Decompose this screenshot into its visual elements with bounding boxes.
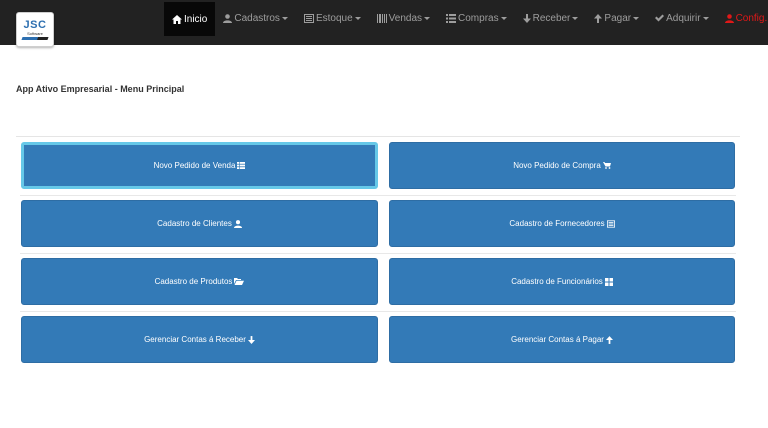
nav-item-compras[interactable]: Compras xyxy=(438,0,515,36)
caret-icon xyxy=(354,16,361,20)
caret-icon xyxy=(500,16,507,20)
user-icon xyxy=(233,219,242,228)
nav-item-config[interactable]: Config. xyxy=(717,0,768,36)
check-icon xyxy=(655,14,665,22)
caret-icon xyxy=(572,16,579,20)
nav-item-cadastros[interactable]: Cadastros xyxy=(215,0,296,36)
page-title: App Ativo Empresarial - Menu Principal xyxy=(16,84,185,94)
main-nav: Inicio Cadastros Estoque Vendas Compras … xyxy=(164,0,768,45)
nav-label: Receber xyxy=(532,12,571,24)
row-divider xyxy=(20,195,736,196)
gerenciar-contas-receber-button[interactable]: Gerenciar Contas á Receber xyxy=(21,316,378,363)
nav-label: Adquirir xyxy=(666,12,701,24)
button-label: Cadastro de Produtos xyxy=(154,277,233,286)
nav-item-inicio[interactable]: Inicio xyxy=(164,2,216,36)
nav-label: Cadastros xyxy=(234,12,280,24)
button-label: Novo Pedido de Venda xyxy=(153,161,236,170)
folder-open-icon xyxy=(234,278,245,285)
user-icon xyxy=(223,13,233,23)
home-icon xyxy=(172,14,182,24)
shopping-cart-icon xyxy=(602,162,611,169)
arrow-down-icon xyxy=(522,13,531,23)
caret-icon xyxy=(424,16,431,20)
top-navbar: JSC Software Inicio Cadastros Estoque Ve… xyxy=(0,0,768,47)
cadastro-fornecedores-button[interactable]: Cadastro de Fornecedores xyxy=(389,200,735,247)
list-icon xyxy=(446,13,457,23)
cadastro-clientes-button[interactable]: Cadastro de Clientes xyxy=(21,200,378,247)
nav-label: Pagar xyxy=(604,12,632,24)
nav-label: Inicio xyxy=(184,13,208,25)
caret-icon xyxy=(633,16,640,20)
logo-subtext: Software xyxy=(27,31,43,36)
nav-item-estoque[interactable]: Estoque xyxy=(296,0,369,36)
arrow-up-icon xyxy=(594,13,603,23)
nav-label: Config. xyxy=(735,12,768,24)
th-large-icon xyxy=(604,277,613,286)
button-label: Cadastro de Fornecedores xyxy=(509,219,605,228)
gerenciar-contas-pagar-button[interactable]: Gerenciar Contas á Pagar xyxy=(389,316,735,363)
nav-label: Estoque xyxy=(315,12,353,24)
list-alt-icon xyxy=(303,13,314,23)
caret-icon xyxy=(702,16,709,20)
nav-item-pagar[interactable]: Pagar xyxy=(586,0,647,36)
nav-item-adquirir[interactable]: Adquirir xyxy=(647,0,716,36)
button-label: Cadastro de Funcionários xyxy=(511,277,603,286)
button-label: Gerenciar Contas á Pagar xyxy=(511,335,604,344)
th-list-icon xyxy=(237,162,246,169)
arrow-up-icon xyxy=(605,335,613,344)
button-label: Gerenciar Contas á Receber xyxy=(144,335,246,344)
nav-label: Vendas xyxy=(388,12,423,24)
novo-pedido-venda-button[interactable]: Novo Pedido de Venda xyxy=(21,142,378,189)
divider xyxy=(16,136,740,137)
novo-pedido-compra-button[interactable]: Novo Pedido de Compra xyxy=(389,142,735,189)
barcode-icon xyxy=(376,13,387,23)
button-label: Novo Pedido de Compra xyxy=(513,161,601,170)
cadastro-produtos-button[interactable]: Cadastro de Produtos xyxy=(21,258,378,305)
arrow-down-icon xyxy=(247,335,255,344)
cadastro-funcionarios-button[interactable]: Cadastro de Funcionários xyxy=(389,258,735,305)
row-divider xyxy=(20,253,736,254)
logo-stripe xyxy=(21,37,49,40)
button-label: Cadastro de Clientes xyxy=(157,219,232,228)
user-icon xyxy=(724,13,734,23)
list-alt-icon xyxy=(606,219,615,228)
logo-text: JSC xyxy=(23,19,47,31)
nav-item-vendas[interactable]: Vendas xyxy=(369,0,438,36)
nav-item-receber[interactable]: Receber xyxy=(515,0,587,36)
company-logo[interactable]: JSC Software xyxy=(16,12,54,47)
caret-icon xyxy=(281,16,288,20)
nav-label: Compras xyxy=(458,12,499,24)
row-divider xyxy=(20,311,736,312)
